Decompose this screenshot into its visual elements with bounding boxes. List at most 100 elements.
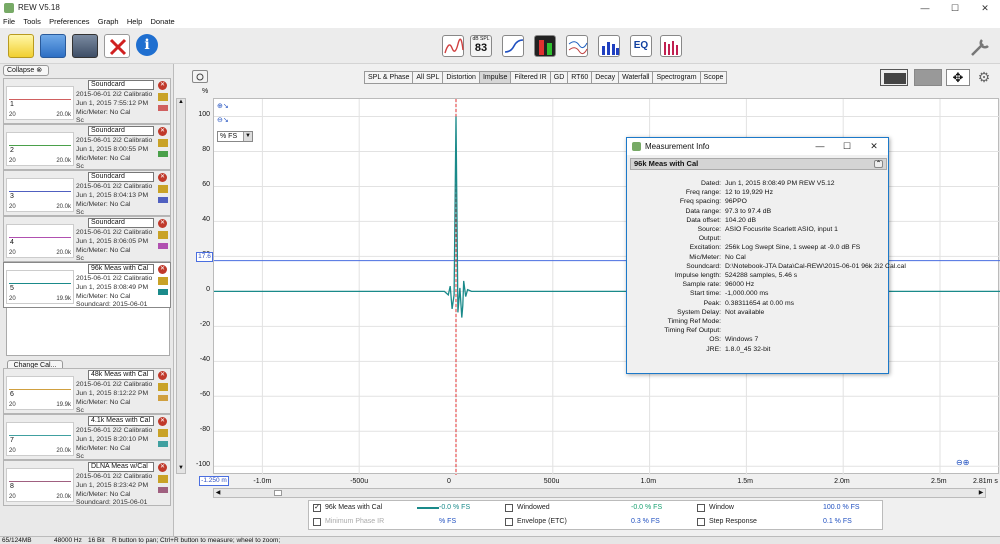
measurement-card[interactable]: 8 20 20.0k DLNA Meas w/Cal ✕ 2015-06-01 2i2 C… xyxy=(3,460,171,506)
trace-checkbox[interactable] xyxy=(697,518,705,526)
measurement-card[interactable]: 4 20 20.0k Soundcard ✕ 2015-06-01 2i2 Calibra… xyxy=(3,216,171,262)
measurement-card[interactable]: 1 20 20.0k Soundcard ✕ 2015-06-01 2i2 Calibra… xyxy=(3,78,171,124)
menu-preferences[interactable]: Preferences xyxy=(46,16,92,27)
zoom-top-icon[interactable]: ⊕↘ xyxy=(217,102,229,110)
measurement-name-field[interactable]: Soundcard xyxy=(88,172,154,182)
delete-measurement-icon[interactable]: ✕ xyxy=(158,463,167,472)
delete-measurement-icon[interactable]: ✕ xyxy=(158,81,167,90)
tab-rt60[interactable]: RT60 xyxy=(567,71,593,84)
measurement-pen-icon[interactable] xyxy=(158,441,168,447)
measurement-info-icon[interactable] xyxy=(158,185,168,193)
scroll-down-icon[interactable]: ▼ xyxy=(177,465,185,473)
measurement-pen-icon[interactable] xyxy=(158,487,168,493)
new-measurement-icon[interactable] xyxy=(8,34,34,58)
measurement-info-icon[interactable] xyxy=(158,475,168,483)
camera-icon[interactable] xyxy=(192,70,208,83)
trace-checkbox[interactable] xyxy=(505,504,513,512)
measurement-card[interactable]: 2 20 20.0k Soundcard ✕ 2015-06-01 2i2 Calibra… xyxy=(3,124,171,170)
tab-spl-phase[interactable]: SPL & Phase xyxy=(364,71,414,84)
measurement-pen-icon[interactable] xyxy=(158,395,168,401)
scroll-left-icon[interactable]: ◀ xyxy=(214,489,222,497)
measurement-name-field[interactable]: 96k Meas with Cal xyxy=(88,264,154,274)
trace-checkbox[interactable] xyxy=(697,504,705,512)
scroll-up-icon[interactable]: ▲ xyxy=(177,99,185,107)
measurement-thumbnail[interactable]: 7 20 20.0k xyxy=(6,422,74,456)
measurement-pen-icon[interactable] xyxy=(158,243,168,249)
remove-all-icon[interactable] xyxy=(104,34,130,58)
measurement-info-icon[interactable] xyxy=(158,231,168,239)
scale-select[interactable]: % FS ▼ xyxy=(217,131,253,142)
scroll-right-icon[interactable]: ▶ xyxy=(977,489,985,497)
zoom-icon[interactable]: ⊖↘ xyxy=(217,116,229,124)
horizontal-scrollbar[interactable]: ◀ ▶ xyxy=(213,488,986,498)
measurement-info-icon[interactable] xyxy=(158,93,168,101)
trace-checkbox[interactable]: ✓ xyxy=(313,504,321,512)
measurement-name-field[interactable]: Soundcard xyxy=(88,126,154,136)
fit-icon[interactable]: ✥ xyxy=(946,69,970,86)
measurement-info-icon[interactable] xyxy=(158,383,168,391)
measurement-card[interactable]: 7 20 20.0k 4.1k Meas with Cal ✕ 2015-06-01 2i… xyxy=(3,414,171,460)
tab-spectrogram[interactable]: Spectrogram xyxy=(652,71,701,84)
delete-measurement-icon[interactable]: ✕ xyxy=(158,173,167,182)
notes-area[interactable] xyxy=(6,304,170,356)
rt60-icon[interactable] xyxy=(660,35,682,57)
measurement-pen-icon[interactable] xyxy=(158,289,168,295)
limits-icon[interactable] xyxy=(914,69,942,86)
tab-impulse[interactable]: Impulse xyxy=(478,71,512,84)
tab-gd[interactable]: GD xyxy=(549,71,569,84)
measurement-name-field[interactable]: Soundcard xyxy=(88,218,154,228)
trace-checkbox[interactable] xyxy=(313,518,321,526)
measurement-pen-icon[interactable] xyxy=(158,151,168,157)
generator-icon[interactable] xyxy=(502,35,524,57)
graph-controls-icon[interactable] xyxy=(880,69,908,86)
measurement-thumbnail[interactable]: 1 20 20.0k xyxy=(6,86,74,120)
tab-all-spl[interactable]: All SPL xyxy=(412,71,444,84)
info-icon[interactable]: i xyxy=(136,34,158,56)
measurement-card[interactable]: 6 20 19.9k 48k Meas with Cal ✕ 2015-06-01 2i2… xyxy=(3,368,171,414)
tab-scope[interactable]: Scope xyxy=(699,71,728,84)
measurement-card[interactable]: 5 20 19.9k 96k Meas with Cal ✕ 2015-06-01 2i2… xyxy=(3,262,171,308)
delete-measurement-icon[interactable]: ✕ xyxy=(158,417,167,426)
measurement-thumbnail[interactable]: 6 20 19.9k xyxy=(6,376,74,410)
menu-donate[interactable]: Donate xyxy=(148,16,178,27)
room-sim-icon[interactable] xyxy=(598,35,620,57)
save-icon[interactable] xyxy=(72,34,98,58)
zoom-x-icon[interactable]: ⊖⊕ xyxy=(956,458,969,467)
measurement-info-icon[interactable] xyxy=(158,277,168,285)
scroll-thumb[interactable] xyxy=(274,490,282,496)
trace-checkbox[interactable] xyxy=(505,518,513,526)
dialog-close-button[interactable]: ✕ xyxy=(864,141,884,152)
measurement-card[interactable]: 3 20 20.0k Soundcard ✕ 2015-06-01 2i2 Calibra… xyxy=(3,170,171,216)
measurement-name-field[interactable]: DLNA Meas w/Cal xyxy=(88,462,154,472)
measurement-thumbnail[interactable]: 2 20 20.0k xyxy=(6,132,74,166)
wrench-icon[interactable] xyxy=(968,36,992,58)
delete-measurement-icon[interactable]: ✕ xyxy=(158,265,167,274)
measurement-pen-icon[interactable] xyxy=(158,197,168,203)
measurement-thumbnail[interactable]: 4 20 20.0k xyxy=(6,224,74,258)
vertical-scrollbar[interactable]: ▲ ▼ xyxy=(176,98,186,474)
open-folder-icon[interactable] xyxy=(40,34,66,58)
level-meter-icon[interactable] xyxy=(534,35,556,57)
dialog-minimize-button[interactable]: — xyxy=(810,141,830,151)
delete-measurement-icon[interactable]: ✕ xyxy=(158,371,167,380)
settings-gear-icon[interactable]: ⚙ xyxy=(976,69,992,86)
collapse-button[interactable]: Collapse ⊗ xyxy=(3,65,49,76)
overlay-icon[interactable] xyxy=(566,35,588,57)
spl-meter-icon[interactable]: dB SPL 83 xyxy=(470,35,492,57)
menu-tools[interactable]: Tools xyxy=(20,16,44,27)
measurement-pen-icon[interactable] xyxy=(158,105,168,111)
measurement-name-field[interactable]: 48k Meas with Cal xyxy=(88,370,154,380)
dialog-maximize-button[interactable]: ☐ xyxy=(837,141,857,152)
measurement-thumbnail[interactable]: 3 20 20.0k xyxy=(6,178,74,212)
maximize-button[interactable]: ☐ xyxy=(940,2,970,14)
measurement-name-field[interactable]: 4.1k Meas with Cal xyxy=(88,416,154,426)
tab-decay[interactable]: Decay xyxy=(591,71,620,84)
measurement-name-field[interactable]: Soundcard xyxy=(88,80,154,90)
tab-filtered-ir[interactable]: Filtered IR xyxy=(510,71,551,84)
measurement-thumbnail[interactable]: 8 20 20.0k xyxy=(6,468,74,502)
collapse-up-icon[interactable]: ⌃ xyxy=(874,160,883,168)
measurement-info-icon[interactable] xyxy=(158,139,168,147)
menu-file[interactable]: File xyxy=(0,16,18,27)
rta-icon[interactable] xyxy=(442,35,464,57)
eq-icon[interactable]: EQ xyxy=(630,35,652,57)
